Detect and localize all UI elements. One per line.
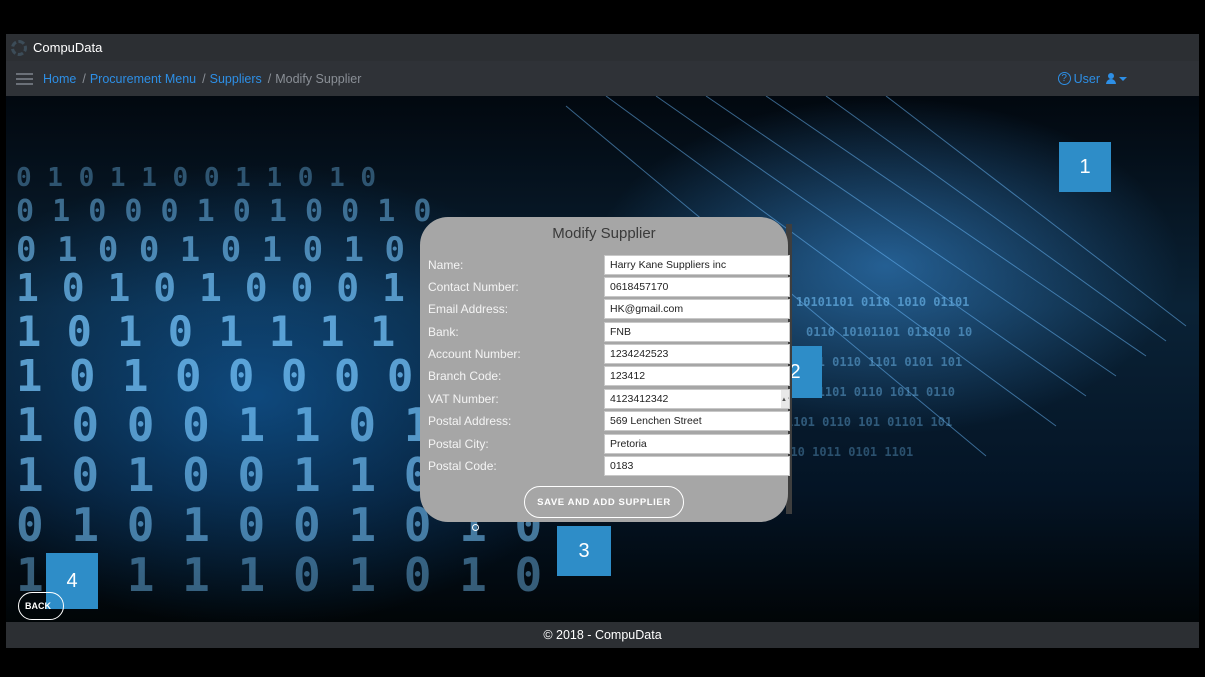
branch-code-input[interactable]: 123412 <box>604 366 790 386</box>
postal-address-label: Postal Address: <box>428 414 512 428</box>
field-row-bank: Bank: FNB <box>428 322 790 344</box>
name-label: Name: <box>428 258 464 272</box>
breadcrumb-current: Modify Supplier <box>275 71 362 86</box>
account-number-label: Account Number: <box>428 347 521 361</box>
postal-code-label: Postal Code: <box>428 459 497 473</box>
compudata-logo-icon <box>11 39 27 56</box>
email-input[interactable]: HK@gmail.com <box>604 299 790 319</box>
postal-city-label: Postal City: <box>428 437 489 451</box>
field-row-email: Email Address: HK@gmail.com <box>428 299 790 321</box>
field-row-branch-code: Branch Code: 123412 <box>428 366 790 388</box>
svg-text:0 1 0 0 0 1 0 1 0 0 1 0: 0 1 0 0 0 1 0 1 0 0 1 0 <box>16 194 431 229</box>
help-icon[interactable]: ? <box>1057 72 1071 85</box>
contact-number-label: Contact Number: <box>428 280 519 294</box>
modify-supplier-modal: Modify Supplier Name: Harry Kane Supplie… <box>420 217 790 522</box>
spinner-arrows-icon[interactable]: ▲▼ <box>781 390 789 408</box>
field-row-contact-number: Contact Number: 0618457170 <box>428 277 790 299</box>
svg-text:1 0 1 0 1 0 0 0 1 0: 1 0 1 0 1 0 0 0 1 0 <box>16 266 451 310</box>
field-row-postal-city: Postal City: Pretoria <box>428 434 790 456</box>
user-label[interactable]: User <box>1074 72 1100 86</box>
svg-text:1101 0110 101 01101 101: 1101 0110 101 01101 101 <box>786 415 952 429</box>
postal-code-input[interactable]: 0183 <box>604 456 790 476</box>
breadcrumb-separator: / <box>267 71 272 86</box>
app-name: CompuData <box>33 40 103 55</box>
account-number-input[interactable]: 1234242523 <box>604 344 790 364</box>
email-label: Email Address: <box>428 302 509 316</box>
postal-address-input[interactable]: 569 Lenchen Street <box>604 411 790 431</box>
vat-number-value: 4123412342 <box>610 393 669 405</box>
svg-text:0 1 0 0 1 0 1 0 1 0 1: 0 1 0 0 1 0 1 0 1 0 1 <box>16 230 446 270</box>
back-button[interactable]: BACK <box>18 592 64 620</box>
field-row-postal-code: Postal Code: 0183 <box>428 456 790 478</box>
breadcrumb-procurement-menu[interactable]: Procurement Menu <box>90 72 196 86</box>
save-and-add-supplier-button[interactable]: SAVE AND ADD SUPPLIER <box>524 486 684 518</box>
field-row-account-number: Account Number: 1234242523 <box>428 344 790 366</box>
postal-city-input[interactable]: Pretoria <box>604 434 790 454</box>
breadcrumb-separator: / <box>202 71 206 86</box>
modal-title: Modify Supplier <box>552 225 656 242</box>
field-row-name: Name: Harry Kane Suppliers inc <box>428 255 790 277</box>
menu-icon[interactable] <box>16 70 33 88</box>
bank-input[interactable]: FNB <box>604 322 790 342</box>
svg-text:0110 1011 0101 1101: 0110 1011 0101 1101 <box>776 445 913 459</box>
bank-label: Bank: <box>428 325 459 339</box>
title-bar: CompuData <box>6 34 1199 61</box>
chevron-down-icon[interactable] <box>1119 76 1127 81</box>
vat-number-label: VAT Number: <box>428 392 499 406</box>
nav-bar: Home / Procurement Menu / Suppliers / Mo… <box>6 61 1199 96</box>
user-icon[interactable] <box>1106 73 1116 84</box>
svg-text:0 1 0 1 1 0 0 1 1 0 1 0: 0 1 0 1 1 0 0 1 1 0 1 0 <box>16 163 376 193</box>
svg-text:0110 10101101 011010 10: 0110 10101101 011010 10 <box>806 325 972 339</box>
name-input[interactable]: Harry Kane Suppliers inc <box>604 255 790 275</box>
field-row-postal-address: Postal Address: 569 Lenchen Street <box>428 411 790 433</box>
mouse-cursor-icon <box>472 524 479 531</box>
contact-number-input[interactable]: 0618457170 <box>604 277 790 297</box>
user-menu[interactable]: ? User <box>1057 61 1127 96</box>
app-window: CompuData Home / Procurement Menu / Supp… <box>6 34 1199 648</box>
callout-1: 1 <box>1059 142 1111 192</box>
branch-code-label: Branch Code: <box>428 369 502 383</box>
breadcrumb-home[interactable]: Home <box>43 72 76 86</box>
footer: © 2018 - CompuData <box>6 622 1199 648</box>
vat-number-input[interactable]: 4123412342 ▲▼ <box>604 389 790 409</box>
field-row-vat-number: VAT Number: 4123412342 ▲▼ <box>428 389 790 411</box>
breadcrumb-separator: / <box>82 71 86 86</box>
breadcrumb-suppliers[interactable]: Suppliers <box>210 72 262 86</box>
callout-3: 3 <box>557 526 611 576</box>
svg-text:10101101 0110 1010 01101: 10101101 0110 1010 01101 <box>796 295 969 309</box>
breadcrumb: Home / Procurement Menu / Suppliers / Mo… <box>43 72 365 86</box>
footer-copyright: © 2018 - CompuData <box>543 628 662 642</box>
